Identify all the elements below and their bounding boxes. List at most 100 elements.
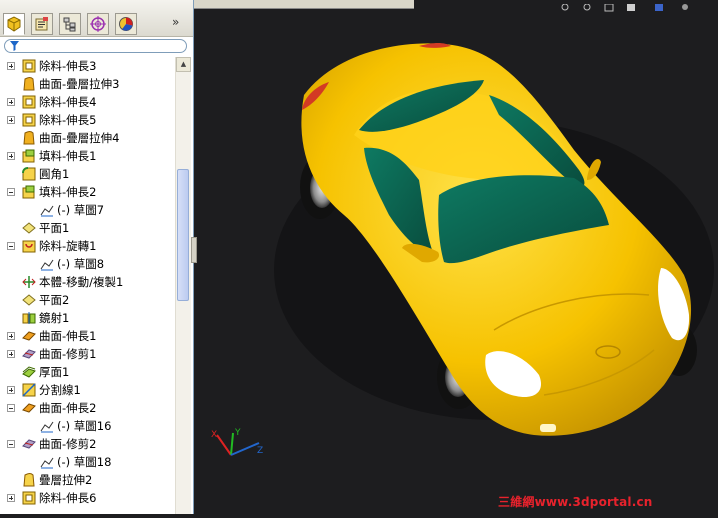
expand-toggle[interactable] (7, 62, 15, 70)
dimxpert-manager-tab[interactable] (87, 13, 109, 35)
sketch-icon (40, 455, 54, 469)
more-tabs-button[interactable]: » (172, 15, 179, 29)
surface-extrude-icon (22, 401, 36, 415)
scroll-up-arrow[interactable]: ▲ (176, 57, 191, 72)
cut-extrude-icon (22, 95, 36, 109)
tree-item-label: 本體-移動/複製1 (39, 275, 124, 289)
expand-toggle[interactable] (7, 332, 15, 340)
cut-extrude-icon (22, 59, 36, 73)
tree-item[interactable]: 曲面-伸長1 (0, 327, 96, 345)
tree-item[interactable]: 除料-旋轉1 (0, 237, 96, 255)
plane-icon (22, 293, 36, 307)
expand-toggle[interactable] (7, 494, 15, 502)
collapse-toggle[interactable] (7, 440, 15, 448)
expand-toggle[interactable] (7, 116, 15, 124)
zoom-fit-icon[interactable] (560, 0, 572, 11)
split-line-icon (22, 383, 36, 397)
tree-item[interactable]: 填料-伸長1 (0, 147, 96, 165)
expand-toggle[interactable] (7, 350, 15, 358)
tree-item-label: 曲面-疊層拉伸3 (39, 77, 120, 91)
tree-item[interactable]: 本體-移動/複製1 (0, 273, 123, 291)
tree-item-label: 曲面-伸長1 (39, 329, 97, 343)
tree-item[interactable]: (-) 草圖8 (0, 255, 104, 273)
tree-item[interactable]: 填料-伸長2 (0, 183, 96, 201)
thicken-icon (22, 365, 36, 379)
configuration-manager-tab[interactable] (59, 13, 81, 35)
car-model-render (274, 43, 714, 436)
tree-item[interactable]: 分割線1 (0, 381, 81, 399)
triad-x-label: X (211, 430, 217, 440)
tree-item-label: 圓角1 (39, 167, 70, 181)
tree-item[interactable]: 疊層拉伸2 (0, 471, 92, 489)
tree-scrollbar[interactable]: ▲ (175, 57, 191, 514)
feature-tree-icon (7, 16, 21, 32)
tree-item[interactable]: 鏡射1 (0, 309, 69, 327)
surface-extrude-icon (22, 329, 36, 343)
appearance-icon (119, 17, 133, 31)
tree-item[interactable]: 曲面-疊層拉伸3 (0, 75, 119, 93)
expand-toggle[interactable] (7, 386, 15, 394)
manager-tab-bar: » (0, 0, 193, 37)
section-view-icon[interactable] (604, 0, 616, 12)
surface-loft-icon (22, 77, 36, 91)
tree-item-label: (-) 草圖7 (57, 203, 105, 217)
feature-tree: 除料-伸長3 曲面-疊層拉伸3 除料-伸長4 除料-伸長5 曲面-疊層拉伸4 填料-伸長1… (0, 57, 174, 514)
scroll-thumb[interactable] (177, 169, 189, 301)
boss-extrude-icon (22, 149, 36, 163)
tree-item-label: 除料-伸長3 (39, 59, 97, 73)
tree-item[interactable]: 厚面1 (0, 363, 69, 381)
zoom-area-icon[interactable] (582, 0, 594, 11)
feature-filter-input[interactable] (4, 39, 187, 53)
sketch-icon (40, 257, 54, 271)
display-style-icon[interactable] (654, 0, 666, 11)
tree-item[interactable]: (-) 草圖7 (0, 201, 104, 219)
mirror-icon (22, 311, 36, 325)
tree-item-label: 平面1 (39, 221, 70, 235)
property-icon (35, 17, 48, 31)
tree-item-label: 除料-伸長5 (39, 113, 97, 127)
tree-item-label: 鏡射1 (39, 311, 70, 325)
tree-item-label: (-) 草圖18 (57, 455, 112, 469)
graphics-viewport[interactable] (194, 0, 718, 514)
collapse-toggle[interactable] (7, 242, 15, 250)
tree-item[interactable]: 曲面-修剪1 (0, 345, 96, 363)
view-orientation-icon[interactable] (626, 0, 638, 11)
sketch-icon (40, 203, 54, 217)
surface-loft-icon (22, 131, 36, 145)
tree-item-label: 曲面-修剪1 (39, 347, 97, 361)
tree-item[interactable]: 平面1 (0, 219, 69, 237)
tree-item[interactable]: 曲面-修剪2 (0, 435, 96, 453)
site-watermark: 三維網www.3dportal.cn (498, 495, 653, 509)
expand-toggle[interactable] (7, 152, 15, 160)
tree-item[interactable]: (-) 草圖18 (0, 453, 111, 471)
feature-manager-tab[interactable] (3, 13, 25, 35)
coordinate-triad: X Y Z (207, 425, 267, 465)
collapse-toggle[interactable] (7, 404, 15, 412)
collapse-toggle[interactable] (7, 188, 15, 196)
property-manager-tab[interactable] (31, 13, 53, 35)
tree-item[interactable]: 除料-伸長6 (0, 489, 96, 507)
tree-item-label: 厚面1 (39, 365, 70, 379)
tree-item[interactable]: 除料-伸長5 (0, 111, 96, 129)
tree-item-label: (-) 草圖8 (57, 257, 105, 271)
tree-item[interactable]: 曲面-疊層拉伸4 (0, 129, 119, 147)
tree-item[interactable]: (-) 草圖16 (0, 417, 111, 435)
hide-show-icon[interactable] (680, 0, 692, 10)
display-manager-tab[interactable] (115, 13, 137, 35)
sketch-icon (40, 419, 54, 433)
funnel-icon (10, 41, 19, 51)
tree-item[interactable]: 曲面-伸長2 (0, 399, 96, 417)
tree-item[interactable]: 圓角1 (0, 165, 69, 183)
tree-item[interactable]: 除料-伸長4 (0, 93, 96, 111)
tree-item[interactable]: 平面2 (0, 291, 69, 309)
tree-item-label: 曲面-伸長2 (39, 401, 97, 415)
triad-z-label: Z (257, 446, 263, 456)
expand-toggle[interactable] (7, 98, 15, 106)
tree-item-label: 填料-伸長1 (39, 149, 97, 163)
fillet-icon (22, 167, 36, 181)
tree-item-label: 除料-旋轉1 (39, 239, 97, 253)
tree-item-label: 填料-伸長2 (39, 185, 97, 199)
target-icon (90, 16, 106, 32)
move-body-icon (22, 275, 36, 289)
tree-item[interactable]: 除料-伸長3 (0, 57, 96, 75)
